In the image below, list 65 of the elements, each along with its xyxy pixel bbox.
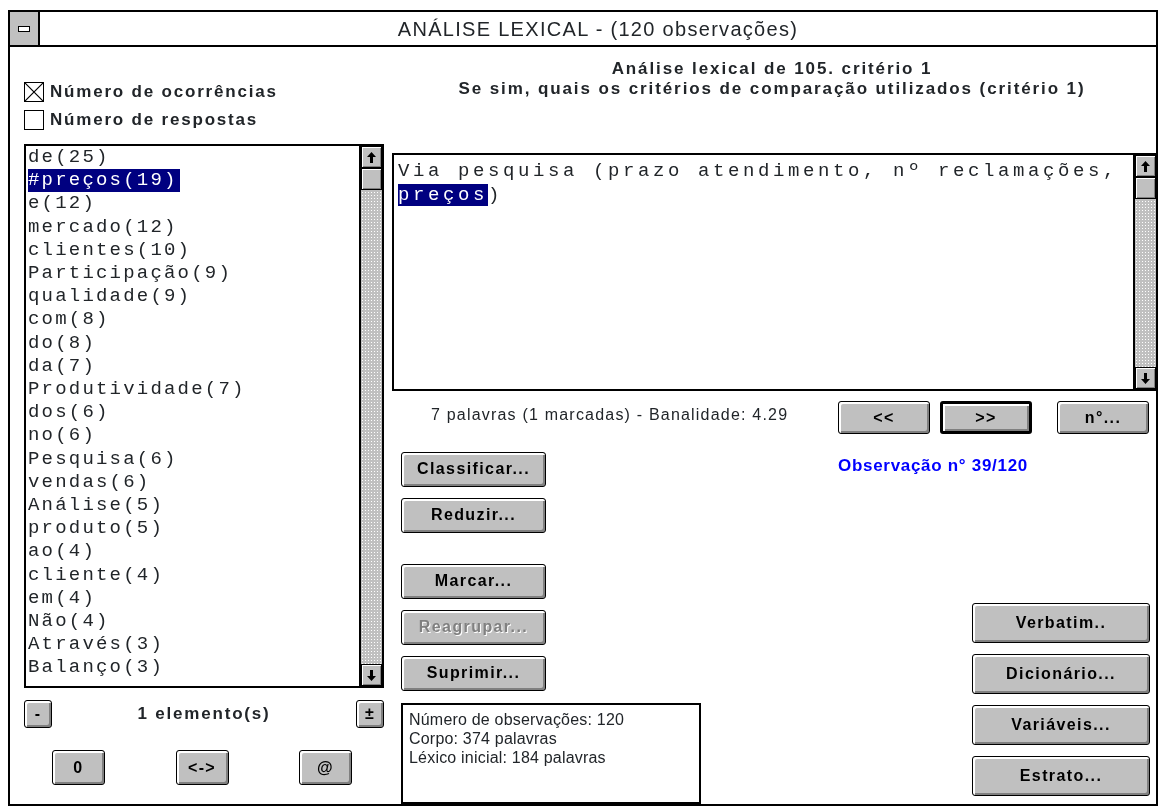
list-item[interactable]: produto(5) (28, 517, 167, 541)
checkbox[interactable] (24, 110, 44, 130)
header-text: Se sim, quais os critérios de comparação utilizados (critério 1) (458, 79, 1086, 98)
window-title: ANÁLISE LEXICAL - (120 observações) (396, 16, 800, 42)
scroll-down-button[interactable] (1135, 367, 1156, 389)
list-item[interactable]: qualidade(9) (28, 285, 194, 309)
list-item[interactable]: no(6) (28, 424, 98, 448)
up-arrow-icon (1141, 160, 1150, 172)
list-item[interactable]: de(25) (28, 146, 112, 170)
nav-button[interactable]: << (838, 401, 930, 434)
plus-button[interactable]: ± (356, 700, 384, 728)
checkbox[interactable] (24, 82, 44, 102)
checkbox-label[interactable]: Número de ocorrências (50, 79, 278, 105)
up-arrow-icon (367, 151, 376, 163)
side-button[interactable]: Variáveis... (972, 705, 1150, 745)
list-item[interactable]: e(12) (28, 192, 98, 216)
toolbar-button[interactable]: <-> (175, 750, 229, 785)
nav-button[interactable]: n°... (1057, 401, 1149, 434)
list-item[interactable]: cliente(4) (28, 563, 167, 587)
scrollbar[interactable] (359, 146, 382, 686)
scroll-thumb[interactable] (361, 168, 382, 190)
header-text: Análise lexical de 105. critério 1 (611, 59, 933, 78)
down-arrow-icon (367, 669, 376, 681)
checkbox-label[interactable]: Número de respostas (50, 107, 259, 133)
list-item[interactable]: dos(6) (28, 401, 112, 425)
list-item[interactable]: da(7) (28, 354, 98, 379)
side-button[interactable]: Estrato... (972, 756, 1150, 796)
list-item[interactable]: Análise(5) (28, 494, 167, 518)
action-button[interactable]: Suprimir... (401, 655, 546, 691)
list-item[interactable]: ao(4) (28, 540, 98, 564)
scroll-up-button[interactable] (1135, 155, 1156, 177)
side-button[interactable]: Dicionário... (972, 654, 1150, 694)
list-item[interactable]: Balanço(3) (28, 656, 167, 680)
list-item[interactable]: vendas(6) (28, 470, 153, 495)
scroll-down-button[interactable] (361, 664, 382, 686)
action-button[interactable]: Marcar... (401, 563, 546, 599)
side-button[interactable]: Verbatim.. (972, 603, 1150, 643)
minus-icon (18, 25, 30, 32)
observation-number: Observação n° 39/120 (838, 455, 1029, 477)
list-item[interactable]: Através(3) (28, 633, 167, 657)
list-item[interactable]: Produtividade(7) (28, 378, 248, 402)
list-item[interactable]: em(4) (28, 586, 98, 611)
nav-button[interactable]: >> (940, 401, 1032, 434)
observation-text-box[interactable]: Via pesquisa (prazo atendimento, nº reclamações, preços) (392, 153, 1156, 391)
observation-text: Via pesquisa (prazo atendimento, nº reclamações, preços) (398, 160, 1120, 208)
scroll-thumb[interactable] (1135, 177, 1156, 199)
list-item[interactable]: Pesquisa(6) (28, 447, 180, 471)
action-button[interactable]: Reduzir... (401, 497, 546, 533)
system-menu-button[interactable] (10, 12, 40, 45)
scroll-up-button[interactable] (361, 146, 382, 168)
list-item[interactable]: #preços(19) (28, 169, 180, 193)
list-item[interactable]: do(8) (28, 331, 98, 355)
list-item[interactable]: clientes(10) (28, 238, 194, 262)
statistics-box: Número de observações: 120 Corpo: 374 palavras Léxico inicial: 184 palavras (401, 702, 701, 804)
minus-button[interactable]: - (24, 700, 52, 728)
list-item[interactable]: Não(4) (28, 610, 112, 634)
toolbar-button[interactable]: @ (299, 750, 352, 785)
toolbar-button[interactable]: 0 (52, 750, 105, 785)
action-button[interactable]: Classificar... (401, 451, 546, 487)
down-arrow-icon (1141, 372, 1150, 384)
list-item[interactable]: Participação(9) (28, 262, 235, 286)
list-item[interactable]: mercado(12) (28, 215, 180, 239)
scrollbar[interactable] (1133, 155, 1156, 389)
element-count: 1 elemento(s) (137, 703, 271, 726)
list-item[interactable]: com(8) (28, 308, 112, 332)
